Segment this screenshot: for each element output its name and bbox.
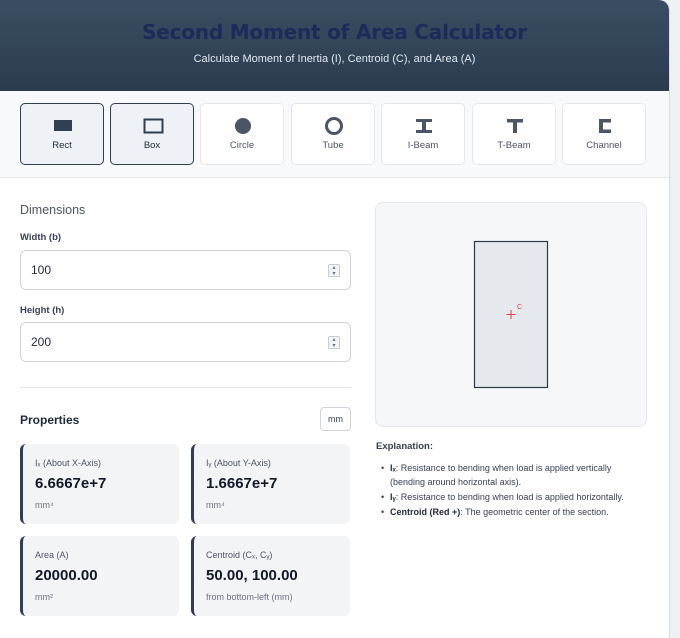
centroid-unit: from bottom-left (mm)	[206, 592, 293, 602]
centroid-value: 50.00, 100.00	[206, 567, 298, 584]
section-preview: C	[375, 202, 647, 427]
shape-button-channel[interactable]: Channel	[562, 103, 646, 165]
iy-unit: mm⁴	[206, 500, 225, 510]
shape-button-tube[interactable]: Tube	[291, 103, 375, 165]
shape-label: Circle	[229, 140, 255, 151]
ix-value: 6.6667e+7	[35, 475, 107, 492]
ring-icon	[292, 104, 374, 140]
shape-button-circle[interactable]: Circle	[200, 103, 284, 165]
hollow-rectangle-icon	[111, 104, 193, 140]
channel-icon	[563, 104, 645, 140]
explanation-item-ix: Iₓ: Resistance to bending when load is a…	[376, 461, 648, 489]
explanation-item-iy: Iᵧ: Resistance to bending when load is a…	[376, 490, 648, 504]
width-spinner-icon[interactable]: ▴ ▾	[328, 264, 340, 277]
shape-label: Channel	[586, 140, 622, 151]
shape-selector: Rect Box Circle Tube I-Beam T-Beam Chann…	[0, 91, 669, 178]
centroid-title: Centroid (Cₓ, Cᵧ)	[206, 550, 273, 560]
area-value: 20000.00	[35, 567, 98, 584]
width-input[interactable]	[31, 263, 311, 277]
explanation-title: Explanation:	[376, 441, 434, 452]
header: Second Moment of Area Calculator Calcula…	[0, 0, 669, 91]
iy-value: 1.6667e+7	[206, 475, 278, 492]
shape-button-t-beam[interactable]: T-Beam	[472, 103, 556, 165]
shape-button-box[interactable]: Box	[110, 103, 194, 165]
page-subtitle: Calculate Moment of Inertia (I), Centroi…	[193, 53, 476, 65]
height-input[interactable]	[31, 335, 311, 349]
ix-title: Iₓ (About X-Axis)	[35, 458, 101, 468]
shape-button-i-beam[interactable]: I-Beam	[381, 103, 465, 165]
unit-toggle-button[interactable]: mm	[320, 407, 351, 431]
ix-card: Iₓ (About X-Axis) 6.6667e+7 mm⁴	[20, 444, 179, 524]
explanation-item-centroid: Centroid (Red +): The geometric center o…	[376, 505, 648, 519]
i-beam-icon	[382, 104, 464, 140]
ix-unit: mm⁴	[35, 500, 54, 510]
height-field[interactable]: ▴▾	[20, 322, 351, 362]
iy-title: Iᵧ (About Y-Axis)	[206, 458, 271, 468]
shape-label: Box	[143, 140, 161, 151]
width-label: Width (b)	[20, 232, 62, 243]
shape-label: Tube	[322, 140, 344, 151]
shape-button-rect[interactable]: Rect	[20, 103, 104, 165]
shape-label: I-Beam	[407, 140, 439, 151]
iy-card: Iᵧ (About Y-Axis) 1.6667e+7 mm⁴	[191, 444, 350, 524]
area-card: Area (A) 20000.00 mm²	[20, 536, 179, 616]
divider	[20, 387, 351, 388]
filled-rectangle-icon	[21, 104, 103, 140]
centroid-label: C	[517, 304, 522, 311]
dimensions-title: Dimensions	[20, 203, 86, 217]
area-title: Area (A)	[35, 550, 69, 560]
properties-title: Properties	[20, 413, 80, 427]
preview-canvas: C	[473, 240, 549, 389]
explanation: Explanation: Iₓ: Resistance to bending w…	[376, 441, 648, 520]
shape-label: T-Beam	[497, 140, 531, 151]
height-spinner-icon[interactable]: ▴ ▾	[328, 336, 340, 349]
area-unit: mm²	[35, 592, 53, 602]
page-title: Second Moment of Area Calculator	[142, 20, 527, 44]
centroid-card: Centroid (Cₓ, Cᵧ) 50.00, 100.00 from bot…	[191, 536, 350, 616]
shape-label: Rect	[52, 140, 72, 151]
app-window: Second Moment of Area Calculator Calcula…	[0, 0, 670, 638]
t-beam-icon	[473, 104, 555, 140]
filled-circle-icon	[201, 104, 283, 140]
width-field[interactable]: ▴▾	[20, 250, 351, 290]
height-label: Height (h)	[20, 305, 65, 316]
